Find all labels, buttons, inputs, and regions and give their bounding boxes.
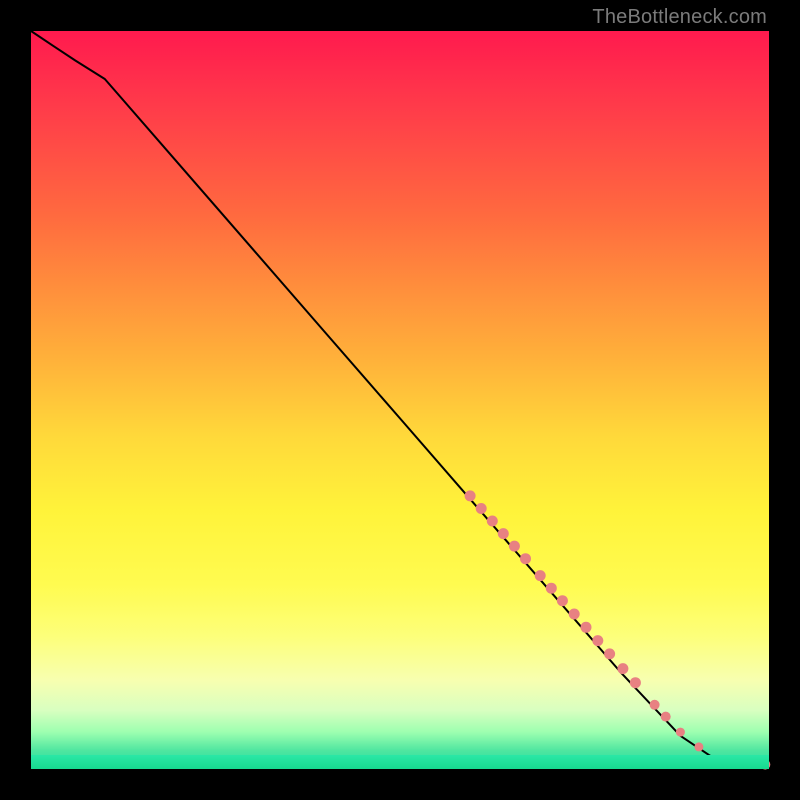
data-point: [487, 516, 498, 527]
data-point: [604, 648, 615, 659]
plot-area: [31, 31, 769, 769]
chart-stage: TheBottleneck.com: [0, 0, 800, 800]
data-points: [465, 490, 771, 769]
chart-svg: [31, 31, 769, 769]
curve-line: [31, 31, 769, 765]
data-point: [498, 528, 509, 539]
data-point: [676, 728, 685, 737]
data-point: [617, 663, 628, 674]
data-point: [630, 677, 641, 688]
data-point: [592, 635, 603, 646]
data-point: [520, 553, 531, 564]
data-point: [581, 622, 592, 633]
data-point: [557, 595, 568, 606]
data-point: [694, 742, 703, 751]
data-point: [746, 759, 756, 769]
data-point: [476, 503, 487, 514]
data-point: [569, 609, 580, 620]
data-point: [546, 583, 557, 594]
attribution-label: TheBottleneck.com: [592, 6, 767, 29]
data-point: [760, 760, 770, 770]
data-point: [661, 712, 671, 722]
data-point: [465, 490, 476, 501]
data-point: [535, 570, 546, 581]
data-point: [650, 700, 660, 710]
data-point: [509, 541, 520, 552]
